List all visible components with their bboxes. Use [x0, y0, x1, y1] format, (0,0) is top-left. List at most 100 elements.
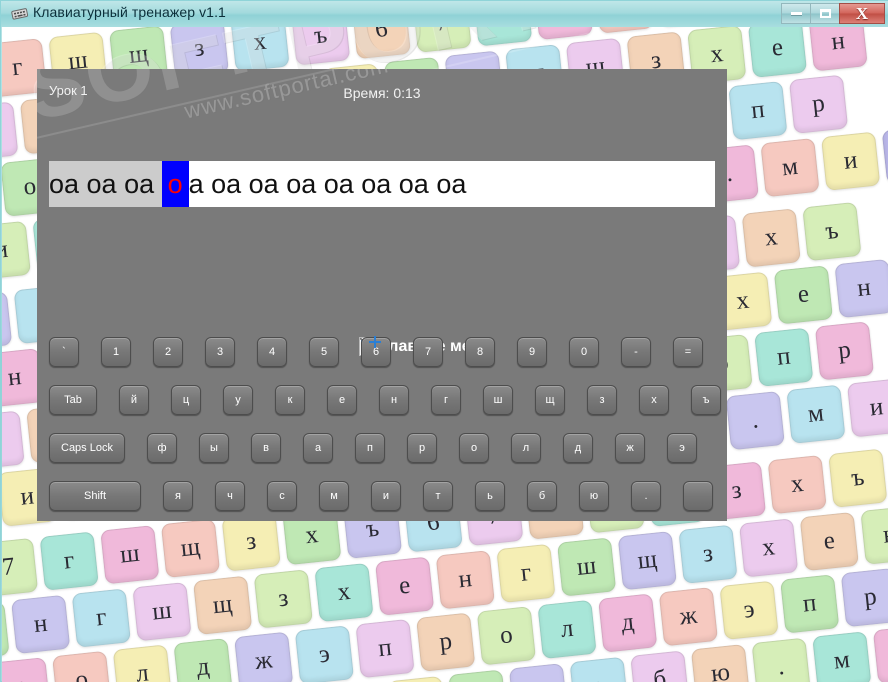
key-9[interactable]: 9	[517, 337, 547, 367]
key-я[interactable]: я	[163, 481, 193, 511]
wallpaper-key: р	[814, 321, 875, 381]
wallpaper-key: н	[10, 594, 71, 655]
key-с[interactable]: с	[267, 481, 297, 511]
key-ю[interactable]: ю	[579, 481, 609, 511]
wallpaper-key: ь	[569, 656, 629, 682]
wallpaper-key: 7	[2, 291, 13, 351]
key-и[interactable]: и	[371, 481, 401, 511]
wallpaper-key: р	[788, 74, 849, 134]
wallpaper-key: и	[820, 131, 881, 191]
wallpaper-key: р	[2, 657, 51, 682]
key-п[interactable]: п	[355, 433, 385, 463]
wallpaper-key: н	[808, 27, 868, 72]
key-ф[interactable]: ф	[147, 433, 177, 463]
key-й[interactable]: й	[119, 385, 149, 415]
wallpaper-key: х	[741, 208, 801, 268]
key--[interactable]: -	[621, 337, 651, 367]
wallpaper-key: о	[52, 650, 112, 682]
wallpaper-key: г	[71, 588, 131, 648]
keyboard-row-4: Shift я ч с м и т ь б ю.	[49, 481, 727, 511]
wallpaper-key: .	[751, 637, 811, 682]
key-в[interactable]: в	[251, 433, 281, 463]
key-р[interactable]: р	[407, 433, 437, 463]
key-`[interactable]: `	[49, 337, 79, 367]
key-blank[interactable]	[683, 481, 713, 511]
key-г[interactable]: г	[431, 385, 461, 415]
key-о[interactable]: о	[459, 433, 489, 463]
key-ч[interactable]: ч	[215, 481, 245, 511]
key-8[interactable]: 8	[465, 337, 495, 367]
key-л[interactable]: л	[511, 433, 541, 463]
key-.[interactable]: .	[631, 481, 661, 511]
wallpaper-key: е	[773, 265, 834, 325]
key-е[interactable]: е	[327, 385, 357, 415]
wallpaper-key: х	[314, 562, 374, 623]
wallpaper-key: г	[472, 27, 533, 47]
wallpaper-key: е	[374, 556, 435, 616]
typed-text: оа оа оа	[49, 161, 162, 207]
key-т[interactable]: т	[423, 481, 453, 511]
wallpaper-key: х	[230, 27, 290, 72]
wallpaper-key: д	[598, 593, 658, 653]
key-х[interactable]: х	[639, 385, 669, 415]
wallpaper-key: м	[760, 137, 820, 198]
key-э[interactable]: э	[667, 433, 697, 463]
wallpaper-key: м	[786, 384, 846, 444]
key-1[interactable]: 1	[101, 337, 131, 367]
key-ь[interactable]: ь	[475, 481, 505, 511]
key-7[interactable]: 7	[413, 337, 443, 367]
minimize-button[interactable]	[781, 3, 810, 24]
key-ж[interactable]: ж	[615, 433, 645, 463]
close-button[interactable]: X	[839, 3, 885, 24]
key-щ[interactable]: щ	[535, 385, 565, 415]
wallpaper-key: ъ	[802, 201, 862, 262]
key-5[interactable]: 5	[309, 337, 339, 367]
wallpaper-key: п	[754, 327, 814, 387]
key-4[interactable]: 4	[257, 337, 287, 367]
wallpaper-key: з	[253, 569, 313, 629]
key-к[interactable]: к	[275, 385, 305, 415]
wallpaper-key: з	[221, 512, 281, 572]
typing-text-strip: оа оа оа о а оа оа оа оа оа оа оа	[49, 161, 715, 207]
key-у[interactable]: у	[223, 385, 253, 415]
wallpaper-key: и	[846, 378, 888, 438]
key-а[interactable]: а	[303, 433, 333, 463]
wallpaper-key: м	[387, 675, 447, 682]
wallpaper-key: б	[630, 650, 690, 682]
key-ш[interactable]: ш	[483, 385, 513, 415]
wallpaper-key: е	[747, 27, 808, 78]
key-д[interactable]: д	[563, 433, 593, 463]
keyboard-icon	[11, 8, 28, 20]
key-3[interactable]: 3	[205, 337, 235, 367]
close-icon: X	[855, 4, 869, 23]
wallpaper-key: щ	[192, 575, 253, 635]
key-н[interactable]: н	[379, 385, 409, 415]
wallpaper-key: х	[738, 518, 799, 578]
key-м[interactable]: м	[319, 481, 349, 511]
timer-label: Время: 0:13	[343, 85, 421, 101]
key-2[interactable]: 2	[153, 337, 183, 367]
maximize-button[interactable]	[810, 3, 839, 24]
key-tab[interactable]: Tab	[49, 385, 97, 415]
key-=[interactable]: =	[673, 337, 703, 367]
wallpaper-key: щ	[617, 530, 677, 591]
key-caps-lock[interactable]: Caps Lock	[49, 433, 125, 463]
trainer-panel: SOFTPORTAL www.softportal.com Урок 1 Вре…	[37, 69, 727, 521]
wallpaper-key: 6	[351, 27, 412, 60]
key-ы[interactable]: ы	[199, 433, 229, 463]
wallpaper-key: ш	[100, 525, 160, 585]
key-б[interactable]: б	[527, 481, 557, 511]
wallpaper-key: .	[725, 390, 785, 451]
current-character-cursor: о	[161, 161, 189, 207]
wallpaper-key: э	[294, 625, 355, 682]
key-shift[interactable]: Shift	[49, 481, 141, 511]
key-0[interactable]: 0	[569, 337, 599, 367]
key-ъ[interactable]: ъ	[691, 385, 721, 415]
key-з[interactable]: з	[587, 385, 617, 415]
panel-watermark-rule	[37, 69, 583, 139]
key-ц[interactable]: ц	[171, 385, 201, 415]
wallpaper-key-space: Пробел	[881, 96, 888, 185]
wallpaper-key: г	[496, 543, 556, 604]
wallpaper-key: н	[860, 505, 888, 565]
title-bar[interactable]: Клавиатурный тренажер v1.1 X	[1, 1, 888, 27]
